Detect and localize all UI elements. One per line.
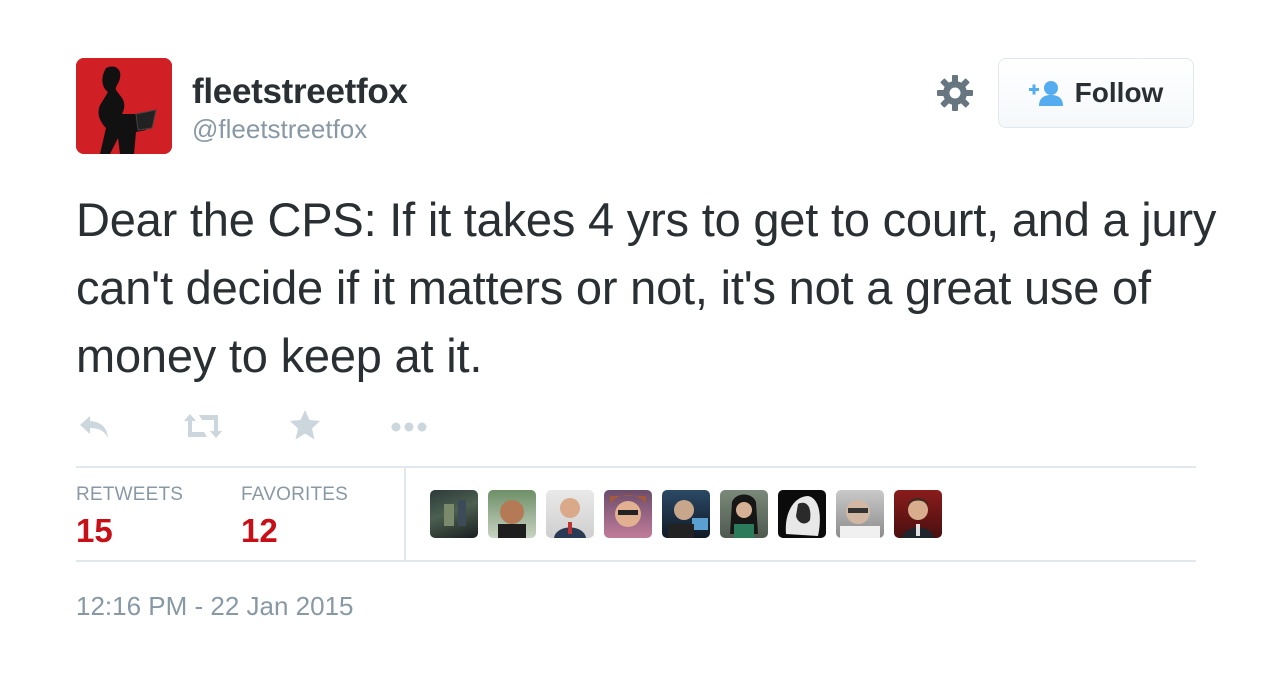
follow-button[interactable]: Follow xyxy=(998,58,1194,128)
avatar[interactable] xyxy=(488,490,536,538)
avatar[interactable] xyxy=(894,490,942,538)
tweet-text: Dear the CPS: If it takes 4 yrs to get t… xyxy=(76,193,1217,382)
retweet-icon[interactable] xyxy=(182,408,224,449)
favorite-star-icon[interactable] xyxy=(288,408,322,447)
user-handle[interactable]: @fleetstreetfox xyxy=(192,114,367,145)
avatar[interactable] xyxy=(546,490,594,538)
avatar[interactable] xyxy=(778,490,826,538)
retweets-count[interactable]: 15 xyxy=(76,512,113,550)
favorites-count[interactable]: 12 xyxy=(241,512,278,550)
tweet-card: fleetstreetfox @fleetstreetfox Follow De… xyxy=(0,0,1274,690)
avatar[interactable] xyxy=(836,490,884,538)
add-user-icon xyxy=(1028,81,1063,106)
tweet-timestamp[interactable]: 12:16 PM - 22 Jan 2015 xyxy=(76,591,354,622)
follow-label: Follow xyxy=(1074,77,1164,108)
gear-icon[interactable] xyxy=(935,73,975,113)
avatar[interactable] xyxy=(662,490,710,538)
more-icon[interactable] xyxy=(388,408,430,449)
favorites-label[interactable]: FAVORITES xyxy=(241,484,348,506)
display-name[interactable]: fleetstreetfox xyxy=(192,72,408,112)
stats-bottom-divider xyxy=(76,560,1196,562)
reply-icon[interactable] xyxy=(76,408,112,449)
avatar[interactable] xyxy=(720,490,768,538)
avatar[interactable] xyxy=(604,490,652,538)
avatar[interactable] xyxy=(430,490,478,538)
stats-vertical-divider xyxy=(404,467,406,560)
silhouette-avatar-icon xyxy=(76,58,172,154)
user-avatar[interactable] xyxy=(76,58,172,154)
retweets-label[interactable]: RETWEETS xyxy=(76,484,183,506)
stats-top-divider xyxy=(76,466,1196,468)
